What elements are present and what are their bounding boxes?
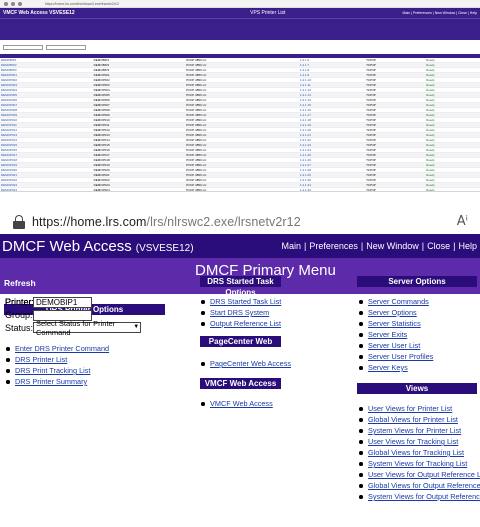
status-select-value: Select Status for Printer Command xyxy=(36,318,116,337)
server-options-links: Server Commands Server Options Server Stat… xyxy=(357,296,433,373)
status-select[interactable]: Select Status for Printer Command ▼ xyxy=(33,319,141,337)
brand-env: (VSVESE12) xyxy=(135,242,194,254)
printer-list-thumbnail: https://home.lrs.com/lrs/nlrswc2.exe/lrs… xyxy=(0,0,480,192)
pagecenter-heading: PageCenter Web Access xyxy=(200,336,281,357)
drs-started-task-links: DRS Started Task List Start DRS System Out… xyxy=(199,296,281,329)
brand-text: DMCF Web Access xyxy=(2,237,132,255)
chevron-down-icon[interactable]: ▼ xyxy=(133,323,141,332)
url-text[interactable]: https://home.lrs.com/lrs/nlrswc2.exe/lrs… xyxy=(32,215,301,229)
nav-preferences[interactable]: Preferences xyxy=(309,241,358,251)
thumbnail-table-row: DEMOP024 DEMOP024 PCFP 4850 LC 1.2.1.32 TCP/… xyxy=(0,187,480,191)
view-link[interactable]: System Views for Output Reference List xyxy=(357,491,480,502)
view-link[interactable]: User Views for Printer List xyxy=(357,403,480,414)
view-link[interactable]: System Views for Printer List xyxy=(357,425,480,436)
refresh-link[interactable]: Refresh xyxy=(4,278,36,288)
vmcf-link[interactable]: VMCF Web Access xyxy=(199,398,273,409)
view-link[interactable]: Global Views for Output Reference List xyxy=(357,480,480,491)
nav-separator: | xyxy=(360,241,364,251)
view-link[interactable]: User Views for Output Reference List xyxy=(357,469,480,480)
reader-mode-icon[interactable]: Aⁱ xyxy=(457,214,468,229)
nav-close[interactable]: Close xyxy=(427,241,450,251)
reload-icon xyxy=(18,1,22,6)
nav-separator: | xyxy=(453,241,456,251)
server-option-link[interactable]: Server User List xyxy=(357,340,433,351)
drs-printer-link[interactable]: DRS Print Tracking List xyxy=(4,365,109,376)
lock-icon[interactable] xyxy=(12,215,26,229)
view-link[interactable]: Global Views for Tracking List xyxy=(357,447,480,458)
thumbnail-table-cell: PCFP 4850 LC xyxy=(185,187,300,191)
thumbnail-table-cell: DEMOP024 xyxy=(92,187,186,191)
vmcf-heading: VMCF Web Access xyxy=(200,378,281,389)
thumbnail-nav: Main | Preferences | New Window | Close … xyxy=(402,11,477,15)
thumbnail-header: VMCF Web Access VSVESE12 VPS Printer Lis… xyxy=(0,8,480,18)
header-nav: Main | Preferences | New Window | Close | Help xyxy=(282,241,480,251)
vmcf-links: VMCF Web Access xyxy=(199,398,273,409)
status-label: Status: xyxy=(5,323,34,333)
thumbnail-table-cell: TCP/IP xyxy=(365,187,426,191)
server-options-heading: Server Options xyxy=(357,276,477,287)
thumbnail-filter-input xyxy=(46,44,86,50)
printer-form-label: Printer: xyxy=(5,297,35,307)
address-bar[interactable]: https://home.lrs.com/lrs/nlrswc2.exe/lrs… xyxy=(0,210,480,234)
server-option-link[interactable]: Server Options xyxy=(357,307,433,318)
thumbnail-brand: VMCF Web Access VSVESE12 xyxy=(3,10,133,16)
thumbnail-table-cell: 1.2.1.32 xyxy=(299,187,366,191)
group-label: Group: xyxy=(5,310,33,320)
view-link[interactable]: User Views for Tracking List xyxy=(357,436,480,447)
views-heading: Views xyxy=(357,383,477,394)
url-path: /lrs/nlrswc2.exe/lrsnetv2r12 xyxy=(146,215,301,229)
thumbnail-table-cell: DEMOP024 xyxy=(0,187,93,191)
printer-input[interactable] xyxy=(33,297,92,308)
views-links: User Views for Printer List Global Views … xyxy=(357,403,480,502)
thumbnail-url: https://home.lrs.com/lrs/nlrswc2.exe/lrs… xyxy=(45,1,119,6)
thumbnail-subheader xyxy=(0,18,480,40)
thumbnail-env: VSVESE12 xyxy=(49,10,75,16)
thumbnail-table-cell: Ready xyxy=(425,187,480,191)
server-option-link[interactable]: Server Keys xyxy=(357,362,433,373)
thumbnail-filter-bar xyxy=(0,40,480,54)
url-host: https://home.lrs.com xyxy=(32,215,147,229)
app-header: DMCF Web Access (VSVESE12) Main | Preferenc… xyxy=(0,234,480,258)
drs-printer-link[interactable]: DRS Printer Summary xyxy=(4,376,109,387)
thumbnail-title: VPS Printer List xyxy=(250,10,286,16)
server-option-link[interactable]: Server Commands xyxy=(357,296,433,307)
thumbnail-brand-text: VMCF Web Access xyxy=(3,10,48,16)
thumbnail-browser-bar: https://home.lrs.com/lrs/nlrswc2.exe/lrs… xyxy=(0,0,480,8)
nav-help[interactable]: Help xyxy=(458,241,477,251)
thumbnail-printer-table: DEMOBIP1 DEMOBIP1 PCFP 4850 LC 1.2.1.6 TCP/I… xyxy=(0,54,480,191)
app-brand: DMCF Web Access (VSVESE12) xyxy=(0,238,194,255)
pagecenter-links: PageCenter Web Access xyxy=(199,358,291,369)
view-link[interactable]: Global Views for Printer List xyxy=(357,414,480,425)
drs-started-task-options-heading: DRS Started Task Options xyxy=(200,276,281,297)
drs-printer-link[interactable]: Enter DRS Printer Command xyxy=(4,343,109,354)
server-option-link[interactable]: Server Exits xyxy=(357,329,433,340)
nav-main[interactable]: Main xyxy=(282,241,302,251)
pagecenter-link[interactable]: PageCenter Web Access xyxy=(199,358,291,369)
nav-separator: | xyxy=(421,241,425,251)
view-link[interactable]: System Views for Tracking List xyxy=(357,458,480,469)
forward-icon xyxy=(11,1,15,6)
drs-printer-links: Enter DRS Printer Command DRS Printer Lis… xyxy=(4,343,109,387)
server-option-link[interactable]: Server User Profiles xyxy=(357,351,433,362)
nav-new-window[interactable]: New Window xyxy=(366,241,419,251)
drs-started-task-link[interactable]: DRS Started Task List xyxy=(199,296,281,307)
nav-separator: | xyxy=(304,241,307,251)
server-option-link[interactable]: Server Statistics xyxy=(357,318,433,329)
drs-printer-link[interactable]: DRS Printer List xyxy=(4,354,109,365)
drs-started-task-link[interactable]: Start DRS System xyxy=(199,307,281,318)
back-icon xyxy=(4,1,8,6)
thumbnail-filter-input xyxy=(3,44,43,50)
drs-started-task-link[interactable]: Output Reference List xyxy=(199,318,281,329)
